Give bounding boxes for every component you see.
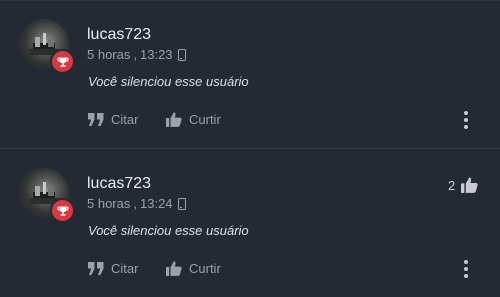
quote-button[interactable]: Citar [88,112,138,127]
time-separator: , [133,47,137,62]
more-options-button[interactable] [463,111,469,129]
thumbs-up-icon [166,112,182,127]
dot [464,118,468,122]
like-label: Curtir [189,112,221,127]
like-count[interactable]: 2 [448,177,478,193]
trophy-icon [50,198,75,223]
trophy-icon [50,49,75,74]
more-options-button[interactable] [463,260,469,278]
like-button[interactable]: Curtir [166,261,221,276]
thumbs-up-icon [166,261,182,276]
avatar[interactable] [19,168,75,223]
quote-icon [88,113,104,126]
thumbs-up-icon [461,177,478,193]
like-count-value: 2 [448,177,456,193]
comment-post: lucas723 5 horas, 13:23 Você silenciou es… [0,0,500,149]
muted-message: Você silenciou esse usuário [88,223,249,238]
post-timestamp: 5 horas, 13:24 [87,196,186,211]
quote-icon [88,262,104,275]
relative-time: 5 horas [87,196,131,211]
dot [464,111,468,115]
clock-time: 13:23 [140,47,173,62]
post-timestamp: 5 horas, 13:23 [87,47,186,62]
phone-icon [177,48,186,61]
dot [464,125,468,129]
like-button[interactable]: Curtir [166,112,221,127]
username[interactable]: lucas723 [87,26,151,44]
relative-time: 5 horas [87,47,131,62]
like-label: Curtir [189,261,221,276]
quote-button[interactable]: Citar [88,261,138,276]
dot [464,274,468,278]
dot [464,260,468,264]
phone-icon [177,197,186,210]
avatar[interactable] [19,19,75,74]
comment-post: lucas723 2 5 horas, 13:24 Você silenciou … [0,149,500,297]
quote-label: Citar [111,261,139,276]
muted-message: Você silenciou esse usuário [88,74,249,89]
dot [464,267,468,271]
time-separator: , [133,196,137,211]
clock-time: 13:24 [140,196,173,211]
username[interactable]: lucas723 [87,175,151,193]
quote-label: Citar [111,112,139,127]
